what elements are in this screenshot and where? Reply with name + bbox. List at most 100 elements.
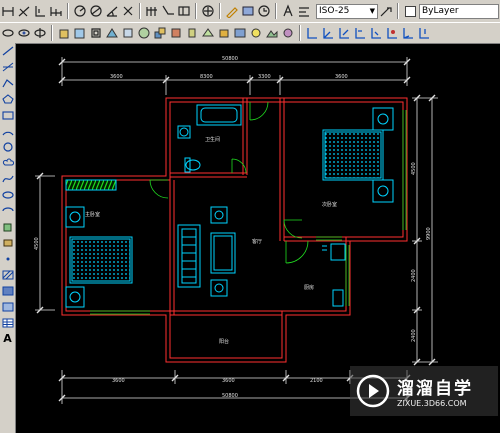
dimension-texts: 50800 3600 8300 3300 3600 3600 3600 2100… xyxy=(34,56,432,399)
watermark-url: ZIXUE.3D66.COM xyxy=(397,399,467,408)
spline-tool-icon[interactable] xyxy=(1,173,14,184)
dim-right-1: 4500 xyxy=(411,162,417,175)
make-block-tool-icon[interactable] xyxy=(1,237,14,248)
dim-right-3: 2400 xyxy=(411,329,417,342)
watermark: 溜溜自学 ZIXUE.3D66.COM xyxy=(350,366,498,416)
quick-dim-icon[interactable] xyxy=(121,4,135,18)
angular-dim-icon[interactable] xyxy=(105,4,119,18)
dim-bottom-1: 3600 xyxy=(112,378,125,384)
polyline-tool-icon[interactable] xyxy=(1,77,14,88)
room-balcony: 阳台 xyxy=(219,338,229,345)
leader-icon[interactable] xyxy=(161,4,175,18)
room-bedroom-right: 次卧室 xyxy=(322,201,337,208)
section-icon[interactable] xyxy=(217,26,231,40)
room-kitchen: 厨房 xyxy=(304,284,314,291)
dim-right-total: 9900 xyxy=(426,227,432,240)
dimtedit-icon[interactable] xyxy=(241,4,255,18)
3dorbit-icon[interactable] xyxy=(33,26,47,40)
ucs-face-icon[interactable] xyxy=(353,26,367,40)
box-icon[interactable] xyxy=(57,26,71,40)
ucs-object-icon[interactable] xyxy=(369,26,383,40)
dimstyle-manager-icon[interactable] xyxy=(379,4,393,18)
ellipse-tool-icon[interactable] xyxy=(1,189,14,200)
slice-icon[interactable] xyxy=(201,26,215,40)
modeling-toolbar xyxy=(0,22,500,44)
dim-top-total: 50800 xyxy=(222,56,238,62)
sphere-icon[interactable] xyxy=(73,26,87,40)
scene-icon[interactable] xyxy=(265,26,279,40)
ucs-origin-icon[interactable] xyxy=(401,26,415,40)
gradient-tool-icon[interactable] xyxy=(1,285,14,296)
construction-line-tool-icon[interactable] xyxy=(1,61,14,72)
light-icon[interactable] xyxy=(249,26,263,40)
ucs-world-icon[interactable] xyxy=(321,26,335,40)
dim-bottom-total: 50800 xyxy=(222,393,238,399)
ucs-prev-icon[interactable] xyxy=(337,26,351,40)
cylinder-icon[interactable] xyxy=(89,26,103,40)
dim-top-4: 3600 xyxy=(335,74,348,80)
dimstyle-icon[interactable] xyxy=(297,4,311,18)
dim-bottom-3: 2100 xyxy=(310,378,323,384)
polygon-tool-icon[interactable] xyxy=(1,93,14,104)
aligned-dim-icon[interactable] xyxy=(17,4,31,18)
layer-select[interactable]: ByLayer xyxy=(419,3,499,19)
diameter-dim-icon[interactable] xyxy=(89,4,103,18)
ellipse-arc-tool-icon[interactable] xyxy=(1,205,14,216)
viewport-icon[interactable] xyxy=(17,26,31,40)
dim-top-3: 3300 xyxy=(258,74,271,80)
dim-top-2: 8300 xyxy=(200,74,213,80)
layer-value: ByLayer xyxy=(422,6,459,16)
multiline-text-tool[interactable]: A xyxy=(1,332,14,345)
region-tool-icon[interactable] xyxy=(1,301,14,312)
table-tool-icon[interactable] xyxy=(1,317,14,328)
dimension-ticks xyxy=(36,58,436,402)
material-icon[interactable] xyxy=(281,26,295,40)
union-icon[interactable] xyxy=(153,26,167,40)
revision-cloud-tool-icon[interactable] xyxy=(1,157,14,168)
continue-dim-icon[interactable] xyxy=(145,4,159,18)
insert-block-tool-icon[interactable] xyxy=(1,221,14,232)
dim-right-2: 2400 xyxy=(411,269,417,282)
watermark-logo-icon xyxy=(356,374,390,408)
wedge-icon[interactable] xyxy=(121,26,135,40)
watermark-brand: 溜溜自学 xyxy=(397,379,473,399)
rectangle-tool-icon[interactable] xyxy=(1,109,14,120)
dim-top-1: 3600 xyxy=(110,74,123,80)
point-tool-icon[interactable] xyxy=(1,253,14,264)
room-bathroom: 卫生间 xyxy=(205,136,220,143)
layer-checkbox[interactable] xyxy=(405,5,416,17)
hatch-tool-icon[interactable] xyxy=(1,269,14,280)
chevron-down-icon: ▼ xyxy=(369,7,375,15)
arc-tool-icon[interactable] xyxy=(1,125,14,136)
dimension-toolbar: ISO-25 ▼ ByLayer xyxy=(0,0,500,23)
center-mark-icon[interactable] xyxy=(201,4,215,18)
ucs-icon[interactable] xyxy=(305,26,319,40)
dimension-lines xyxy=(35,57,438,404)
dim-bottom-2: 3600 xyxy=(222,378,235,384)
radius-dim-icon[interactable] xyxy=(73,4,87,18)
ucs-view-icon[interactable] xyxy=(385,26,399,40)
circle-tool-icon[interactable] xyxy=(1,141,14,152)
dim-left: 4500 xyxy=(34,237,40,250)
subtract-icon[interactable] xyxy=(169,26,183,40)
room-living: 客厅 xyxy=(252,238,262,245)
update-dim-icon[interactable] xyxy=(257,4,271,18)
tolerance-icon[interactable] xyxy=(177,4,191,18)
ucs-zaxis-icon[interactable] xyxy=(417,26,431,40)
torus-icon[interactable] xyxy=(137,26,151,40)
render-icon[interactable] xyxy=(233,26,247,40)
dimstyle-value: ISO-25 xyxy=(319,6,350,16)
ordinate-dim-icon[interactable] xyxy=(33,4,47,18)
cone-icon[interactable] xyxy=(105,26,119,40)
intersect-icon[interactable] xyxy=(185,26,199,40)
line-tool-icon[interactable] xyxy=(1,45,14,56)
baseline-dim-icon[interactable] xyxy=(49,4,63,18)
dimstyle-select[interactable]: ISO-25 ▼ xyxy=(316,3,378,19)
draw-toolbar: A xyxy=(0,43,16,433)
furniture xyxy=(65,104,394,308)
linear-dim-icon[interactable] xyxy=(1,4,15,18)
room-bedroom-left: 主卧室 xyxy=(85,211,100,218)
dimedit-icon[interactable] xyxy=(225,4,239,18)
text-style-icon[interactable] xyxy=(281,4,295,18)
view-icon[interactable] xyxy=(1,26,15,40)
